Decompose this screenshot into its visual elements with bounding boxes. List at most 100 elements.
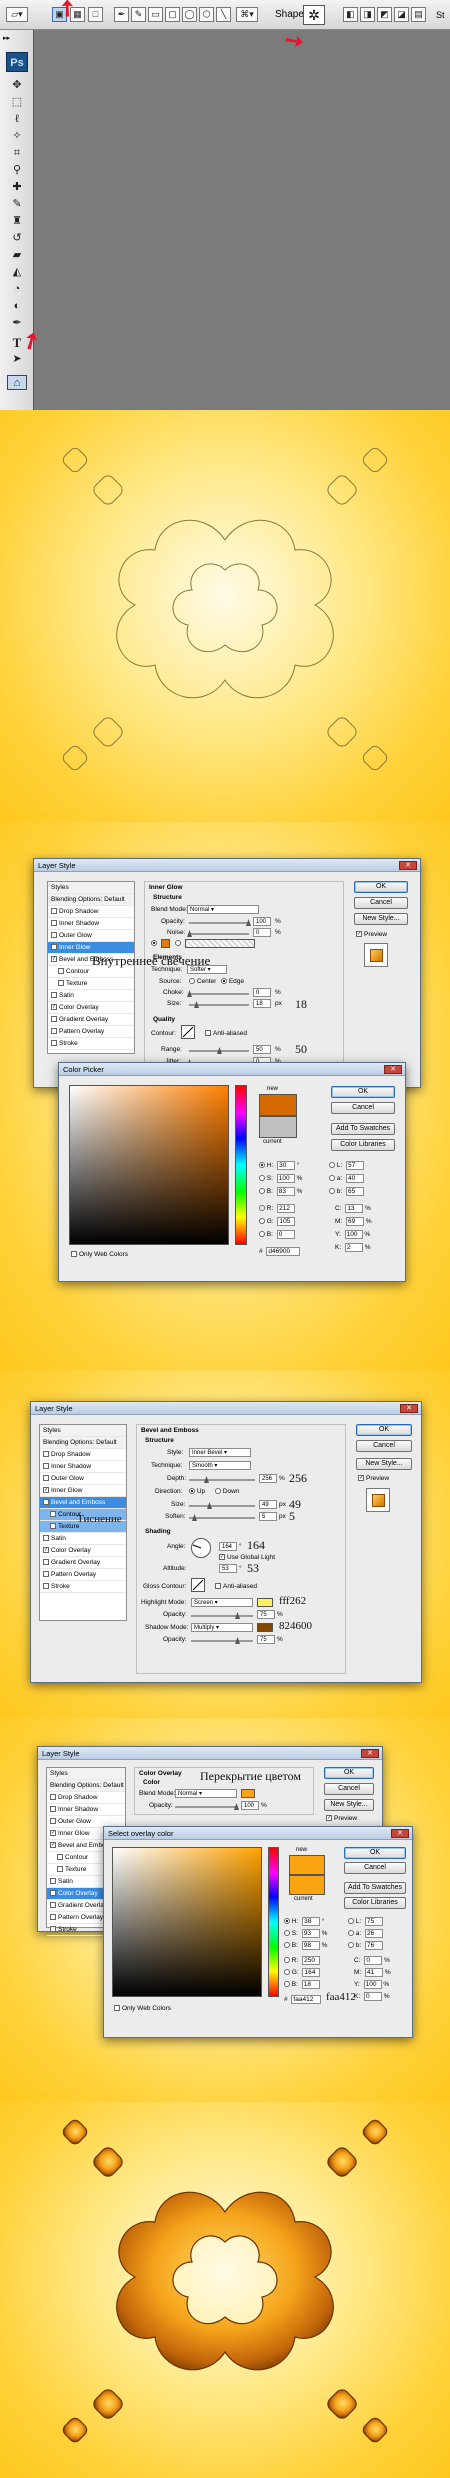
add-to-swatches-button[interactable]: Add To Swatches bbox=[331, 1123, 395, 1135]
style-checkbox[interactable] bbox=[51, 920, 57, 927]
style-checkbox[interactable] bbox=[43, 1475, 49, 1482]
b-field[interactable]: B: 83 % bbox=[259, 1187, 302, 1196]
opacity-slider[interactable] bbox=[175, 1803, 239, 1810]
rounded-rectangle-button[interactable]: ▢ bbox=[165, 7, 180, 22]
glow-color-swatch[interactable] bbox=[161, 939, 170, 948]
ok-button[interactable]: OK bbox=[331, 1086, 395, 1098]
style-checkbox[interactable] bbox=[51, 1028, 57, 1035]
magic-wand-tool-icon[interactable]: ✧ bbox=[7, 129, 27, 144]
style-checkbox[interactable]: ✓ bbox=[50, 1890, 56, 1897]
c-field[interactable]: C: 13 % bbox=[335, 1204, 371, 1213]
add-to-swatches-button[interactable]: Add To Swatches bbox=[344, 1882, 406, 1894]
style-checkbox[interactable] bbox=[51, 908, 57, 915]
preview-checkbox[interactable]: ✓ Preview bbox=[358, 1475, 389, 1482]
overlay-color-swatch[interactable] bbox=[241, 1789, 255, 1798]
style-list-item[interactable]: Drop Shadow bbox=[47, 1792, 125, 1804]
ellipse-shape-button[interactable]: ◯ bbox=[182, 7, 197, 22]
c-field[interactable]: C: 0 % bbox=[354, 1956, 390, 1965]
style-list-item[interactable]: Pattern Overlay bbox=[40, 1569, 126, 1581]
style-checkbox[interactable]: ✓ bbox=[43, 1487, 49, 1494]
collapse-icon[interactable]: ▸▸ bbox=[3, 34, 10, 42]
eyedropper-tool-icon[interactable]: ⚲ bbox=[7, 163, 27, 178]
style-list-item[interactable]: Styles bbox=[48, 882, 134, 894]
size-field[interactable]: 18 bbox=[253, 999, 271, 1008]
style-checkbox[interactable]: ✓ bbox=[51, 944, 57, 951]
intersect-shape-button[interactable]: ◪ bbox=[394, 7, 409, 22]
technique-select[interactable]: Smooth ▾ bbox=[189, 1461, 251, 1470]
close-button[interactable]: ✕ bbox=[400, 1404, 418, 1413]
s-field[interactable]: S: 100 % bbox=[259, 1174, 302, 1183]
style-list-item[interactable]: Inner Shadow bbox=[48, 918, 134, 930]
soften-slider[interactable] bbox=[189, 1514, 255, 1521]
fill-pixels-button[interactable]: □ bbox=[88, 7, 103, 22]
style-list-item[interactable]: Styles bbox=[40, 1425, 126, 1437]
m-field[interactable]: M: 69 % bbox=[335, 1217, 372, 1226]
ok-button[interactable]: OK bbox=[356, 1424, 412, 1436]
anti-aliased-checkbox[interactable]: Anti-aliased bbox=[205, 1030, 247, 1037]
tool-preset-picker[interactable]: ▱▾ bbox=[6, 7, 28, 22]
style-checkbox[interactable] bbox=[50, 1523, 56, 1530]
paint-bucket-tool-icon[interactable]: ◭ bbox=[7, 265, 27, 280]
saturation-brightness-field[interactable] bbox=[112, 1847, 262, 1997]
style-checkbox[interactable] bbox=[50, 1914, 56, 1921]
b-field[interactable]: B: 98 % bbox=[284, 1941, 327, 1950]
new-style-button[interactable]: New Style... bbox=[324, 1799, 374, 1811]
style-checkbox[interactable] bbox=[50, 1806, 56, 1813]
direction-down-radio[interactable]: Down bbox=[215, 1488, 239, 1495]
marquee-tool-icon[interactable]: ⬚ bbox=[7, 95, 27, 110]
shadow-opacity-field[interactable]: 75 bbox=[257, 1635, 275, 1644]
hue-slider[interactable] bbox=[235, 1085, 247, 1245]
style-list-item[interactable]: Gradient Overlay bbox=[40, 1557, 126, 1569]
pen-tool-button[interactable]: ✒ bbox=[114, 7, 129, 22]
style-list-item[interactable]: Blending Options: Default bbox=[40, 1437, 126, 1449]
solid-color-radio[interactable] bbox=[151, 940, 157, 947]
cancel-button[interactable]: Cancel bbox=[356, 1440, 412, 1452]
shadow-color-swatch[interactable] bbox=[257, 1623, 273, 1632]
style-checkbox[interactable] bbox=[43, 1463, 49, 1470]
blue-field[interactable]: B: 18 bbox=[284, 1980, 320, 1989]
ok-button[interactable]: OK bbox=[354, 881, 408, 893]
g-field[interactable]: G: 164 bbox=[284, 1968, 321, 1977]
style-list-item[interactable]: Inner Shadow bbox=[40, 1461, 126, 1473]
healing-brush-tool-icon[interactable]: ✚ bbox=[7, 180, 27, 195]
style-checkbox[interactable] bbox=[57, 1866, 63, 1873]
l-field[interactable]: L: 57 bbox=[329, 1161, 365, 1170]
range-slider[interactable] bbox=[189, 1047, 249, 1054]
y-field[interactable]: Y: 100 % bbox=[354, 1980, 389, 1989]
blend-mode-select[interactable]: Normal ▾ bbox=[175, 1789, 237, 1798]
style-checkbox[interactable] bbox=[50, 1511, 56, 1518]
style-checkbox[interactable] bbox=[43, 1571, 49, 1578]
style-list-item[interactable]: ✓ Color Overlay bbox=[40, 1545, 126, 1557]
style-checkbox[interactable] bbox=[51, 1016, 57, 1023]
style-list-item[interactable]: Outer Glow bbox=[40, 1473, 126, 1485]
custom-shape-button[interactable]: ⌘▾ bbox=[236, 7, 258, 22]
style-list-item[interactable]: ✓ Color Overlay bbox=[48, 1002, 134, 1014]
style-checkbox[interactable] bbox=[51, 932, 57, 939]
close-button[interactable]: ✕ bbox=[399, 861, 417, 870]
angle-dial[interactable] bbox=[191, 1538, 211, 1558]
ok-button[interactable]: OK bbox=[344, 1847, 406, 1859]
new-style-button[interactable]: New Style... bbox=[356, 1458, 412, 1470]
style-checkbox[interactable] bbox=[58, 968, 64, 975]
ok-button[interactable]: OK bbox=[324, 1767, 374, 1779]
style-list-item[interactable]: Drop Shadow bbox=[40, 1449, 126, 1461]
shadow-opacity-slider[interactable] bbox=[191, 1637, 253, 1644]
style-checkbox[interactable] bbox=[58, 980, 64, 987]
opacity-field[interactable]: 100 bbox=[241, 1801, 259, 1810]
anti-aliased-checkbox[interactable]: Anti-aliased bbox=[215, 1583, 257, 1590]
style-list-item[interactable]: Blending Options: Default bbox=[48, 894, 134, 906]
bevel-style-select[interactable]: Inner Bevel ▾ bbox=[189, 1448, 251, 1457]
style-checkbox[interactable]: ✓ bbox=[43, 1499, 49, 1506]
g-field[interactable]: G: 105 bbox=[259, 1217, 296, 1226]
style-checkbox[interactable] bbox=[43, 1583, 49, 1590]
hue-slider[interactable] bbox=[268, 1847, 279, 1997]
lasso-tool-icon[interactable]: ℓ bbox=[7, 112, 27, 127]
blend-mode-select[interactable]: Normal ▾ bbox=[187, 905, 259, 914]
soften-field[interactable]: 5 bbox=[259, 1512, 277, 1521]
style-checkbox[interactable] bbox=[43, 1559, 49, 1566]
close-button[interactable]: ✕ bbox=[361, 1749, 379, 1758]
style-list-item[interactable]: Satin bbox=[40, 1533, 126, 1545]
glow-gradient-picker[interactable] bbox=[185, 939, 255, 948]
style-list-item[interactable]: Styles bbox=[47, 1768, 125, 1780]
style-list-item[interactable]: Stroke bbox=[40, 1581, 126, 1593]
